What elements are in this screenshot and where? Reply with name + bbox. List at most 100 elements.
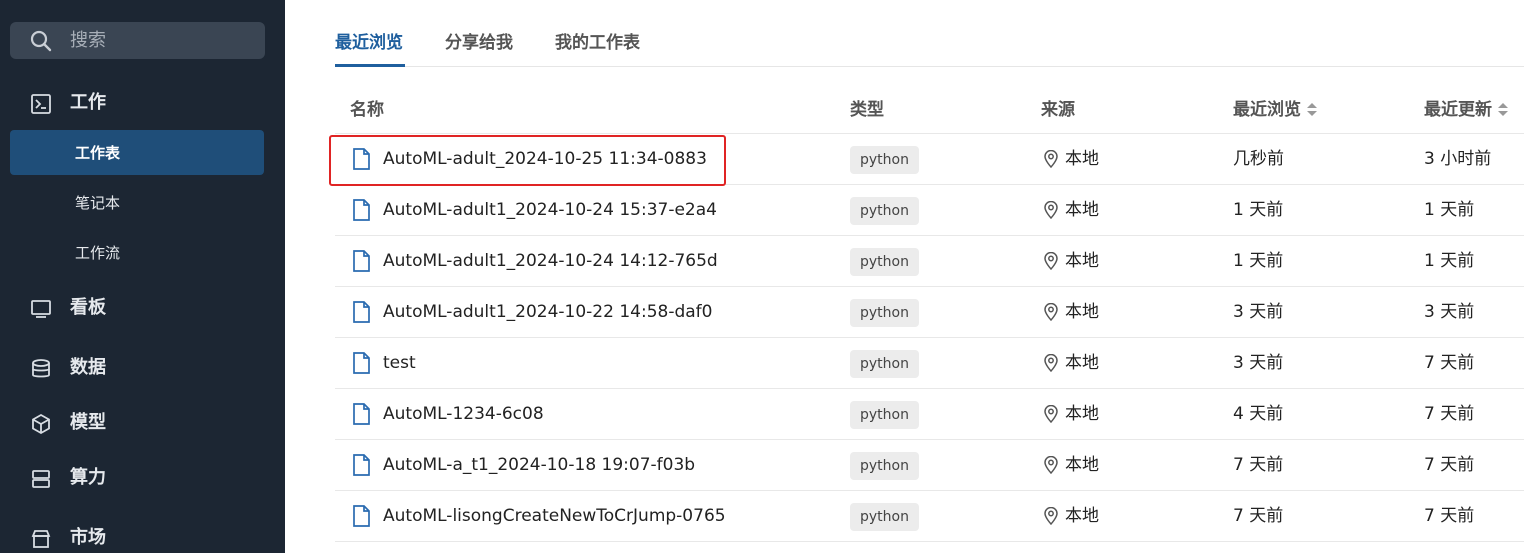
last-updated: 3 天前 xyxy=(1424,302,1475,322)
worksheet-name-link[interactable]: AutoML-lisongCreateNewToCrJump-0765 xyxy=(383,504,726,528)
type-badge: python xyxy=(850,401,919,429)
last-viewed: 几秒前 xyxy=(1233,149,1284,169)
location-pin-icon xyxy=(1044,405,1058,423)
last-updated: 7 天前 xyxy=(1424,404,1475,424)
document-icon xyxy=(353,505,370,527)
database-icon xyxy=(32,359,50,378)
source-label: 本地 xyxy=(1065,506,1099,526)
source-label: 本地 xyxy=(1065,455,1099,475)
sidebar: 搜索 工作 工作表 笔记本 工作流 看板 数据 模型 算力 市场 xyxy=(0,0,285,553)
type-badge: python xyxy=(850,452,919,480)
location-pin-icon xyxy=(1044,354,1058,372)
search-icon xyxy=(30,30,52,52)
last-updated: 3 小时前 xyxy=(1424,149,1492,169)
column-header-updated-label: 最近更新 xyxy=(1424,100,1492,120)
table-row[interactable]: test python 本地 3 天前 7 天前 xyxy=(335,337,1524,388)
store-icon xyxy=(31,530,51,548)
nav-compute-label: 算力 xyxy=(70,467,106,488)
type-badge: python xyxy=(850,197,919,225)
column-header-name: 名称 xyxy=(350,100,384,120)
table-row[interactable]: AutoML-adult1_2024-10-22 14:58-daf0 pytho… xyxy=(335,286,1524,337)
document-icon xyxy=(353,199,370,221)
worksheet-name-link[interactable]: AutoML-a_t1_2024-10-18 19:07-f03b xyxy=(383,453,695,477)
location-pin-icon xyxy=(1044,252,1058,270)
source-label: 本地 xyxy=(1065,353,1099,373)
search-placeholder: 搜索 xyxy=(70,30,106,51)
document-icon xyxy=(353,454,370,476)
type-badge: python xyxy=(850,503,919,531)
table-row[interactable]: AutoML-adult1_2024-10-24 14:12-765d pytho… xyxy=(335,235,1524,286)
worksheet-name-link[interactable]: AutoML-adult1_2024-10-24 14:12-765d xyxy=(383,249,718,273)
source-label: 本地 xyxy=(1065,149,1099,169)
worksheet-name-link[interactable]: AutoML-1234-6c08 xyxy=(383,402,544,426)
server-icon xyxy=(32,470,50,488)
search-input[interactable]: 搜索 xyxy=(10,22,265,59)
nav-model[interactable]: 模型 xyxy=(0,403,285,443)
location-pin-icon xyxy=(1044,507,1058,525)
nav-market-label: 市场 xyxy=(70,527,106,548)
location-pin-icon xyxy=(1044,456,1058,474)
worksheet-name-link[interactable]: AutoML-adult1_2024-10-24 15:37-e2a4 xyxy=(383,198,717,222)
nav-model-label: 模型 xyxy=(70,412,106,433)
column-header-updated[interactable]: 最近更新 xyxy=(1424,98,1508,122)
sort-icon[interactable] xyxy=(1307,103,1317,117)
last-updated: 1 天前 xyxy=(1424,251,1475,271)
table-row[interactable]: AutoML-a_t1_2024-10-18 19:07-f03b python 本… xyxy=(335,439,1524,490)
nav-market[interactable]: 市场 xyxy=(0,518,285,553)
highlight-box xyxy=(329,135,726,186)
worksheet-name-link[interactable]: test xyxy=(383,351,416,375)
active-tab-indicator xyxy=(335,64,405,67)
last-updated: 7 天前 xyxy=(1424,353,1475,373)
type-badge: python xyxy=(850,248,919,276)
sidebar-item-label: 工作流 xyxy=(75,244,121,262)
table-row[interactable]: AutoML-lisongCreateNewToCrJump-0765 pytho… xyxy=(335,490,1524,541)
table-bottom-border xyxy=(335,541,1524,542)
table-row[interactable]: AutoML-1234-6c08 python 本地 4 天前 7 天前 xyxy=(335,388,1524,439)
sidebar-item-workflows[interactable]: 工作流 xyxy=(10,230,264,275)
source-label: 本地 xyxy=(1065,404,1099,424)
tab-shared-with-me[interactable]: 分享给我 xyxy=(445,30,513,56)
table-row[interactable]: AutoML-adult1_2024-10-24 15:37-e2a4 pytho… xyxy=(335,184,1524,235)
terminal-icon xyxy=(31,94,51,114)
column-header-viewed-label: 最近浏览 xyxy=(1233,100,1301,120)
nav-data-label: 数据 xyxy=(70,357,106,378)
sort-icon[interactable] xyxy=(1498,103,1508,117)
monitor-icon xyxy=(31,300,51,318)
last-updated: 7 天前 xyxy=(1424,506,1475,526)
nav-data[interactable]: 数据 xyxy=(0,348,285,388)
tab-my-worksheets[interactable]: 我的工作表 xyxy=(555,30,640,56)
tab-recent[interactable]: 最近浏览 xyxy=(335,30,403,56)
sidebar-item-label: 笔记本 xyxy=(75,194,121,212)
document-icon xyxy=(353,352,370,374)
last-viewed: 4 天前 xyxy=(1233,404,1284,424)
last-viewed: 1 天前 xyxy=(1233,200,1284,220)
cube-icon xyxy=(32,413,50,435)
nav-work[interactable]: 工作 xyxy=(0,83,285,123)
sidebar-item-worksheets[interactable]: 工作表 xyxy=(10,130,264,175)
location-pin-icon xyxy=(1044,201,1058,219)
source-label: 本地 xyxy=(1065,251,1099,271)
document-icon xyxy=(353,250,370,272)
source-label: 本地 xyxy=(1065,200,1099,220)
nav-compute[interactable]: 算力 xyxy=(0,458,285,498)
document-icon xyxy=(353,301,370,323)
nav-board-label: 看板 xyxy=(70,297,106,318)
sidebar-item-notebooks[interactable]: 笔记本 xyxy=(10,180,264,225)
type-badge: python xyxy=(850,350,919,378)
source-label: 本地 xyxy=(1065,302,1099,322)
last-viewed: 1 天前 xyxy=(1233,251,1284,271)
nav-board[interactable]: 看板 xyxy=(0,288,285,328)
column-header-type: 类型 xyxy=(850,100,884,120)
tab-divider xyxy=(335,66,1524,67)
location-pin-icon xyxy=(1044,303,1058,321)
last-updated: 1 天前 xyxy=(1424,200,1475,220)
nav-work-label: 工作 xyxy=(70,92,106,113)
sidebar-item-label: 工作表 xyxy=(75,144,121,162)
type-badge: python xyxy=(850,146,919,174)
last-viewed: 7 天前 xyxy=(1233,455,1284,475)
last-viewed: 3 天前 xyxy=(1233,353,1284,373)
location-pin-icon xyxy=(1044,150,1058,168)
column-header-viewed[interactable]: 最近浏览 xyxy=(1233,98,1317,122)
type-badge: python xyxy=(850,299,919,327)
worksheet-name-link[interactable]: AutoML-adult1_2024-10-22 14:58-daf0 xyxy=(383,300,712,324)
